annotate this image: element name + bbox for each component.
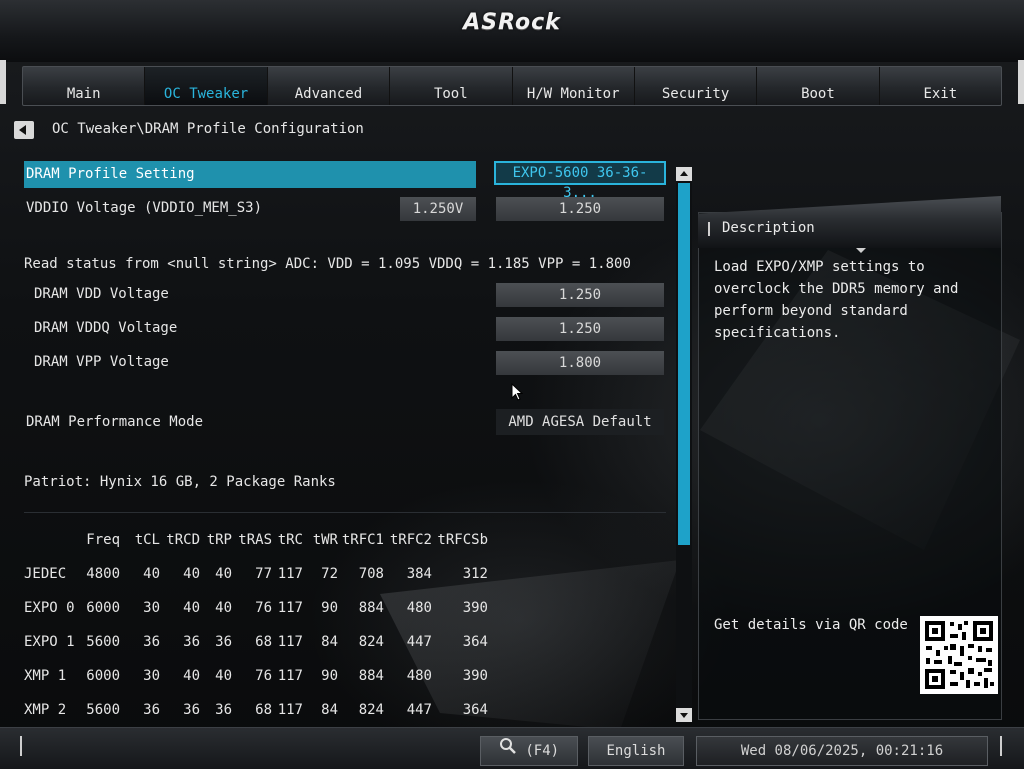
dram-vdd-input[interactable]: 1.250 (496, 283, 664, 307)
search-hotkey: (F4) (525, 743, 560, 759)
footer-marker-right (1000, 736, 1002, 756)
tab-tool[interactable]: Tool (390, 67, 513, 105)
brand-logo: ASRock (463, 10, 561, 35)
timing-cell: 390 (462, 600, 488, 616)
dram-profile-setting-label: DRAM Profile Setting (26, 166, 195, 182)
qr-label: Get details via QR code (714, 617, 908, 633)
dram-performance-mode-select[interactable]: AMD AGESA Default (496, 409, 664, 435)
datetime-display: Wed 08/06/2025, 00:21:16 (696, 736, 988, 766)
vddio-voltage-label: VDDIO Voltage (VDDIO_MEM_S3) (26, 200, 263, 216)
mouse-cursor-icon (511, 382, 524, 405)
timing-cell: 364 (462, 702, 488, 718)
dram-profile-select[interactable]: EXPO-5600 36-36-3... (494, 161, 666, 201)
dram-vpp-input[interactable]: 1.800 (496, 351, 664, 375)
tab-boot[interactable]: Boot (757, 67, 880, 105)
dram-performance-mode-label: DRAM Performance Mode (26, 414, 204, 430)
timing-table-header: tRFCSb (437, 532, 488, 548)
header-bar: ASRock (0, 0, 1024, 62)
timing-cell: 480 (406, 668, 432, 684)
timing-cell: 390 (462, 668, 488, 684)
tab-main[interactable]: Main (23, 67, 146, 105)
timing-cell: 384 (406, 566, 432, 582)
dram-vdd-label: DRAM VDD Voltage (34, 286, 169, 302)
read-status-text: Read status from <null string> ADC: VDD … (24, 256, 631, 272)
timing-cell: 480 (406, 600, 432, 616)
timing-cell: 364 (462, 634, 488, 650)
description-marker (708, 222, 710, 236)
dram-vddq-input[interactable]: 1.250 (496, 317, 664, 341)
footer-marker-left (20, 736, 22, 756)
tab-security[interactable]: Security (635, 67, 758, 105)
description-title: Description (722, 220, 815, 236)
tab-bar: Main OC Tweaker Advanced Tool H/W Monito… (22, 66, 1002, 106)
frame-edge-left (0, 60, 6, 104)
scroll-up-arrow-icon[interactable] (676, 167, 692, 181)
back-button[interactable] (14, 121, 34, 139)
divider (24, 512, 666, 513)
language-button[interactable]: English (588, 736, 684, 766)
frame-edge-right (1018, 60, 1024, 104)
search-button[interactable]: (F4) (480, 736, 578, 766)
vddio-current-value: 1.250V (400, 197, 476, 221)
tab-oc-tweaker[interactable]: OC Tweaker (145, 67, 268, 105)
caret-down-icon (856, 248, 866, 253)
timing-table-header: tRFC2 (389, 532, 432, 548)
timing-cell: 447 (406, 702, 432, 718)
scrollbar-thumb[interactable] (678, 183, 690, 545)
timing-cell: 447 (406, 634, 432, 650)
dram-vpp-label: DRAM VPP Voltage (34, 354, 169, 370)
timing-cell: 312 (462, 566, 488, 582)
tab-exit[interactable]: Exit (880, 67, 1001, 105)
search-icon (499, 737, 517, 765)
breadcrumb: OC Tweaker\DRAM Profile Configuration (52, 121, 364, 137)
vddio-voltage-input[interactable]: 1.250 (496, 197, 664, 221)
dram-profile-setting-row[interactable]: DRAM Profile Setting (24, 161, 476, 188)
memory-module-info: Patriot: Hynix 16 GB, 2 Package Ranks (24, 474, 336, 490)
dram-vddq-label: DRAM VDDQ Voltage (34, 320, 178, 336)
tab-advanced[interactable]: Advanced (268, 67, 391, 105)
qr-code-icon (920, 616, 998, 694)
scroll-down-arrow-icon[interactable] (676, 708, 692, 722)
description-text: Load EXPO/XMP settings to overclock the … (714, 259, 959, 341)
tab-hw-monitor[interactable]: H/W Monitor (513, 67, 635, 105)
